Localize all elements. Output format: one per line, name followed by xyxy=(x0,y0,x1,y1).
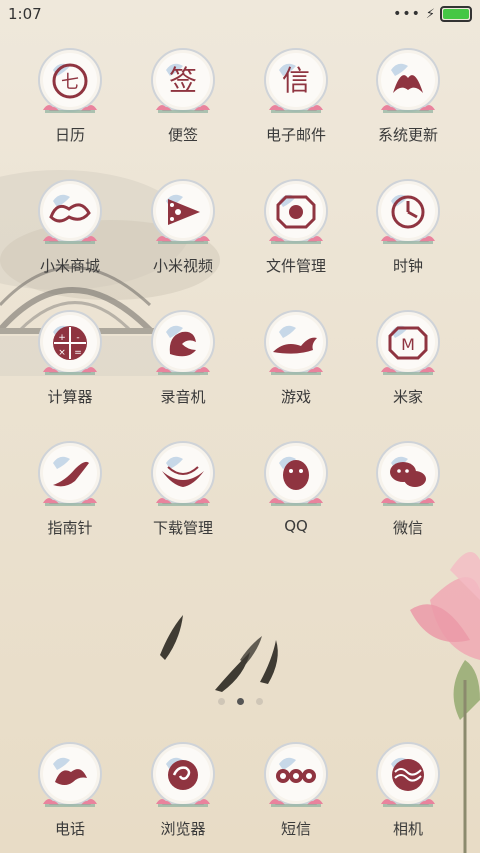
recorder-icon xyxy=(148,310,218,380)
app-recorder[interactable]: 录音机 xyxy=(127,310,239,407)
app-email[interactable]: 信电子邮件 xyxy=(240,48,352,145)
app-label: 电子邮件 xyxy=(265,126,326,144)
app-sms-swirl[interactable]: 短信 xyxy=(240,742,352,839)
compass-icon xyxy=(35,441,105,511)
mi-video-icon xyxy=(148,179,218,249)
app-phone-cloud[interactable]: 电话 xyxy=(14,742,126,839)
sms-swirl-icon xyxy=(261,742,331,812)
status-icons: ••• ⚡ xyxy=(393,6,472,22)
svg-text:M: M xyxy=(401,335,415,354)
app-label: 计算器 xyxy=(47,388,93,406)
app-label: 小米商城 xyxy=(39,257,100,275)
app-label: 微信 xyxy=(392,519,423,537)
app-notes[interactable]: 签便签 xyxy=(127,48,239,145)
app-label: 时钟 xyxy=(392,257,423,275)
app-label: 系统更新 xyxy=(377,126,438,144)
app-label: 游戏 xyxy=(280,388,311,406)
signal-dots-icon: ••• xyxy=(393,6,421,22)
wechat-icon xyxy=(373,441,443,511)
phone-cloud-icon xyxy=(35,742,105,812)
svg-text:×: × xyxy=(58,348,66,358)
mi-store-icon xyxy=(35,179,105,249)
status-time: 1:07 xyxy=(8,5,42,23)
app-compass[interactable]: 指南针 xyxy=(14,441,126,538)
email-icon: 信 xyxy=(261,48,331,118)
app-camera[interactable]: 相机 xyxy=(352,742,464,839)
dock: 电话 浏览器 短信 相机 xyxy=(0,742,480,853)
svg-text:+: + xyxy=(58,333,66,343)
camera-icon xyxy=(373,742,443,812)
calculator-icon: + - × = xyxy=(35,310,105,380)
app-mijia[interactable]: M 米家 xyxy=(352,310,464,407)
app-game-dragon[interactable]: 游戏 xyxy=(240,310,352,407)
page-dot[interactable] xyxy=(217,698,225,705)
app-calculator[interactable]: + - × = 计算器 xyxy=(14,310,126,407)
qq-icon xyxy=(261,441,331,511)
app-wechat[interactable]: 微信 xyxy=(352,441,464,538)
koi-fish xyxy=(160,615,278,692)
svg-text:签: 签 xyxy=(169,64,197,97)
svg-text:-: - xyxy=(76,333,79,343)
page-dot[interactable] xyxy=(236,698,244,705)
mijia-icon: M xyxy=(373,310,443,380)
system-update-icon xyxy=(373,48,443,118)
app-mi-video[interactable]: 小米视频 xyxy=(127,179,239,276)
page-indicator xyxy=(0,698,480,705)
app-label: 浏览器 xyxy=(160,820,206,838)
app-label: 下载管理 xyxy=(152,519,213,537)
app-label: QQ xyxy=(284,517,308,535)
clock-icon xyxy=(373,179,443,249)
download-manager-icon xyxy=(148,441,218,511)
battery-icon xyxy=(440,6,472,22)
svg-text:七: 七 xyxy=(61,72,79,93)
page-dot[interactable] xyxy=(255,698,263,705)
app-label: 文件管理 xyxy=(265,257,326,275)
app-label: 短信 xyxy=(280,820,311,838)
app-browser-swirl[interactable]: 浏览器 xyxy=(127,742,239,839)
svg-text:信: 信 xyxy=(282,64,310,97)
app-mi-store[interactable]: 小米商城 xyxy=(14,179,126,276)
game-dragon-icon xyxy=(261,310,331,380)
charging-icon: ⚡ xyxy=(425,6,435,22)
app-system-update[interactable]: 系统更新 xyxy=(352,48,464,145)
browser-swirl-icon xyxy=(148,742,218,812)
svg-text:=: = xyxy=(74,348,82,358)
notes-icon: 签 xyxy=(148,48,218,118)
app-label: 便签 xyxy=(167,126,198,144)
app-label: 指南针 xyxy=(47,519,93,537)
calendar-icon: 七 xyxy=(35,48,105,118)
app-qq[interactable]: QQ xyxy=(240,441,352,535)
app-clock[interactable]: 时钟 xyxy=(352,179,464,276)
app-label: 相机 xyxy=(392,820,423,838)
app-label: 米家 xyxy=(392,388,423,406)
app-label: 录音机 xyxy=(160,388,206,406)
app-label: 小米视频 xyxy=(152,257,213,275)
status-bar: 1:07 ••• ⚡ xyxy=(0,0,480,28)
app-calendar[interactable]: 七日历 xyxy=(14,48,126,145)
app-label: 电话 xyxy=(54,820,85,838)
file-manager-icon xyxy=(261,179,331,249)
app-download-manager[interactable]: 下载管理 xyxy=(127,441,239,538)
app-label: 日历 xyxy=(54,126,85,144)
app-file-manager[interactable]: 文件管理 xyxy=(240,179,352,276)
